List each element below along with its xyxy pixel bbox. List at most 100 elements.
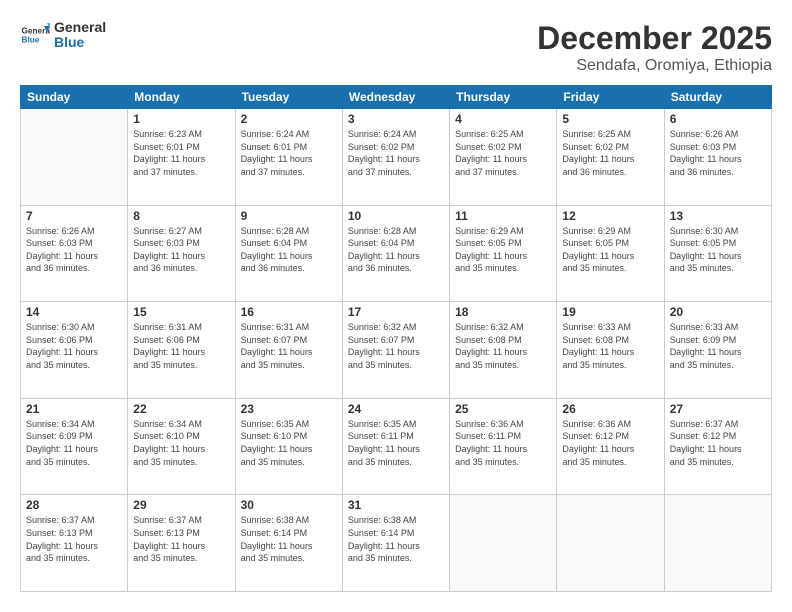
day-number: 8: [133, 209, 229, 223]
day-info: Sunrise: 6:37 AM Sunset: 6:13 PM Dayligh…: [26, 514, 122, 564]
table-row: 4 Sunrise: 6:25 AM Sunset: 6:02 PM Daylig…: [450, 109, 557, 206]
day-info: Sunrise: 6:36 AM Sunset: 6:12 PM Dayligh…: [562, 418, 658, 468]
day-number: 2: [241, 112, 337, 126]
calendar-week-row: 14 Sunrise: 6:30 AM Sunset: 6:06 PM Dayli…: [21, 302, 772, 399]
day-info: Sunrise: 6:32 AM Sunset: 6:07 PM Dayligh…: [348, 321, 444, 371]
table-row: 6Sunrise: 6:26 AM Sunset: 6:03 PM Daylig…: [664, 109, 771, 206]
day-number: 24: [348, 402, 444, 416]
day-number: 14: [26, 305, 122, 319]
day-number: 28: [26, 498, 122, 512]
table-row: 17 Sunrise: 6:32 AM Sunset: 6:07 PM Dayli…: [342, 302, 449, 399]
table-row: 3Sunrise: 6:24 AM Sunset: 6:02 PM Daylig…: [342, 109, 449, 206]
calendar-week-row: 21 Sunrise: 6:34 AM Sunset: 6:09 PM Dayli…: [21, 398, 772, 495]
table-row: 2Sunrise: 6:24 AM Sunset: 6:01 PM Daylig…: [235, 109, 342, 206]
table-row: 11 Sunrise: 6:29 AM Sunset: 6:05 PM Dayli…: [450, 205, 557, 302]
day-number: 12: [562, 209, 658, 223]
day-number: 13: [670, 209, 766, 223]
table-row: 30 Sunrise: 6:38 AM Sunset: 6:14 PM Dayli…: [235, 495, 342, 592]
day-info: Sunrise: 6:31 AM Sunset: 6:07 PM Dayligh…: [241, 321, 337, 371]
day-number: 1: [133, 112, 229, 126]
table-row: 28 Sunrise: 6:37 AM Sunset: 6:13 PM Dayli…: [21, 495, 128, 592]
header-tuesday: Tuesday: [235, 86, 342, 109]
day-number: 17: [348, 305, 444, 319]
day-info: Sunrise: 6:34 AM Sunset: 6:09 PM Dayligh…: [26, 418, 122, 468]
table-row: 27 Sunrise: 6:37 AM Sunset: 6:12 PM Dayli…: [664, 398, 771, 495]
day-number: 27: [670, 402, 766, 416]
table-row: 16 Sunrise: 6:31 AM Sunset: 6:07 PM Dayli…: [235, 302, 342, 399]
day-number: 31: [348, 498, 444, 512]
day-info: Sunrise: 6:24 AM Sunset: 6:02 PM Dayligh…: [348, 128, 444, 178]
day-number: 11: [455, 209, 551, 223]
day-info: Sunrise: 6:35 AM Sunset: 6:10 PM Dayligh…: [241, 418, 337, 468]
day-info: Sunrise: 6:33 AM Sunset: 6:08 PM Dayligh…: [562, 321, 658, 371]
table-row: 24 Sunrise: 6:35 AM Sunset: 6:11 PM Dayli…: [342, 398, 449, 495]
day-info: Sunrise: 6:26 AM Sunset: 6:03 PM Dayligh…: [670, 128, 766, 178]
table-row: 31Sunrise: 6:38 AM Sunset: 6:14 PM Dayli…: [342, 495, 449, 592]
day-info: Sunrise: 6:29 AM Sunset: 6:05 PM Dayligh…: [455, 225, 551, 275]
header-thursday: Thursday: [450, 86, 557, 109]
day-number: 26: [562, 402, 658, 416]
day-info: Sunrise: 6:25 AM Sunset: 6:02 PM Dayligh…: [455, 128, 551, 178]
day-info: Sunrise: 6:28 AM Sunset: 6:04 PM Dayligh…: [241, 225, 337, 275]
header: General Blue General Blue December 2025 …: [20, 20, 772, 75]
table-row: 18 Sunrise: 6:32 AM Sunset: 6:08 PM Dayli…: [450, 302, 557, 399]
calendar-table: Sunday Monday Tuesday Wednesday Thursday…: [20, 85, 772, 592]
calendar-week-row: 7Sunrise: 6:26 AM Sunset: 6:03 PM Daylig…: [21, 205, 772, 302]
day-info: Sunrise: 6:25 AM Sunset: 6:02 PM Dayligh…: [562, 128, 658, 178]
day-info: Sunrise: 6:38 AM Sunset: 6:14 PM Dayligh…: [241, 514, 337, 564]
day-info: Sunrise: 6:30 AM Sunset: 6:05 PM Dayligh…: [670, 225, 766, 275]
day-info: Sunrise: 6:37 AM Sunset: 6:13 PM Dayligh…: [133, 514, 229, 564]
table-row: 19 Sunrise: 6:33 AM Sunset: 6:08 PM Dayli…: [557, 302, 664, 399]
day-info: Sunrise: 6:30 AM Sunset: 6:06 PM Dayligh…: [26, 321, 122, 371]
svg-text:Blue: Blue: [22, 36, 40, 45]
table-row: [664, 495, 771, 592]
table-row: 7Sunrise: 6:26 AM Sunset: 6:03 PM Daylig…: [21, 205, 128, 302]
day-number: 9: [241, 209, 337, 223]
table-row: 8Sunrise: 6:27 AM Sunset: 6:03 PM Daylig…: [128, 205, 235, 302]
day-number: 22: [133, 402, 229, 416]
day-number: 15: [133, 305, 229, 319]
day-number: 16: [241, 305, 337, 319]
day-number: 25: [455, 402, 551, 416]
day-number: 18: [455, 305, 551, 319]
logo: General Blue General Blue: [20, 20, 106, 51]
logo-icon: General Blue: [20, 20, 50, 50]
day-number: 23: [241, 402, 337, 416]
title-block: December 2025 Sendafa, Oromiya, Ethiopia: [537, 20, 772, 75]
day-info: Sunrise: 6:32 AM Sunset: 6:08 PM Dayligh…: [455, 321, 551, 371]
table-row: 5 Sunrise: 6:25 AM Sunset: 6:02 PM Daylig…: [557, 109, 664, 206]
day-info: Sunrise: 6:26 AM Sunset: 6:03 PM Dayligh…: [26, 225, 122, 275]
table-row: 23 Sunrise: 6:35 AM Sunset: 6:10 PM Dayli…: [235, 398, 342, 495]
table-row: 9 Sunrise: 6:28 AM Sunset: 6:04 PM Daylig…: [235, 205, 342, 302]
page: General Blue General Blue December 2025 …: [0, 0, 792, 612]
day-number: 20: [670, 305, 766, 319]
table-row: 29 Sunrise: 6:37 AM Sunset: 6:13 PM Dayli…: [128, 495, 235, 592]
table-row: [21, 109, 128, 206]
day-number: 19: [562, 305, 658, 319]
table-row: 12 Sunrise: 6:29 AM Sunset: 6:05 PM Dayli…: [557, 205, 664, 302]
day-number: 4: [455, 112, 551, 126]
calendar-week-row: 1Sunrise: 6:23 AM Sunset: 6:01 PM Daylig…: [21, 109, 772, 206]
day-number: 5: [562, 112, 658, 126]
logo-blue-text: Blue: [54, 35, 106, 50]
calendar-week-row: 28 Sunrise: 6:37 AM Sunset: 6:13 PM Dayli…: [21, 495, 772, 592]
table-row: 10Sunrise: 6:28 AM Sunset: 6:04 PM Dayli…: [342, 205, 449, 302]
day-info: Sunrise: 6:35 AM Sunset: 6:11 PM Dayligh…: [348, 418, 444, 468]
location: Sendafa, Oromiya, Ethiopia: [537, 57, 772, 75]
day-number: 30: [241, 498, 337, 512]
table-row: [557, 495, 664, 592]
table-row: 15Sunrise: 6:31 AM Sunset: 6:06 PM Dayli…: [128, 302, 235, 399]
day-info: Sunrise: 6:36 AM Sunset: 6:11 PM Dayligh…: [455, 418, 551, 468]
logo-general-text: General: [54, 20, 106, 35]
day-info: Sunrise: 6:37 AM Sunset: 6:12 PM Dayligh…: [670, 418, 766, 468]
header-friday: Friday: [557, 86, 664, 109]
day-info: Sunrise: 6:33 AM Sunset: 6:09 PM Dayligh…: [670, 321, 766, 371]
day-number: 29: [133, 498, 229, 512]
header-wednesday: Wednesday: [342, 86, 449, 109]
table-row: [450, 495, 557, 592]
day-info: Sunrise: 6:29 AM Sunset: 6:05 PM Dayligh…: [562, 225, 658, 275]
day-number: 10: [348, 209, 444, 223]
day-info: Sunrise: 6:34 AM Sunset: 6:10 PM Dayligh…: [133, 418, 229, 468]
day-number: 21: [26, 402, 122, 416]
table-row: 20 Sunrise: 6:33 AM Sunset: 6:09 PM Dayli…: [664, 302, 771, 399]
